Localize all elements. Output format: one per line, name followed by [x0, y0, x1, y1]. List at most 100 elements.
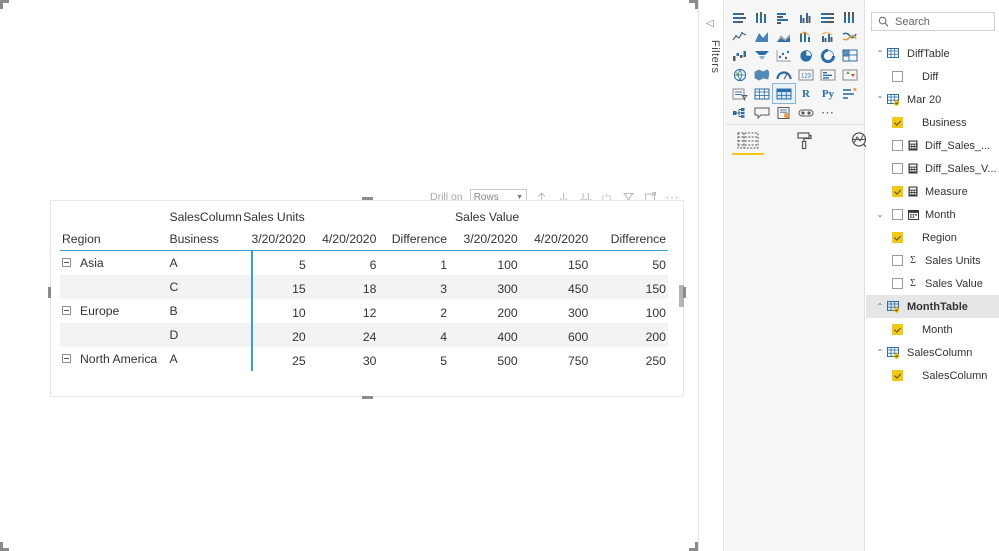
- field-row[interactable]: Region: [866, 226, 999, 249]
- report-canvas[interactable]: Drill on Rows ▼ ⋯ SalesColumn Sales Unit…: [0, 0, 698, 551]
- matrix-value-cell[interactable]: 500: [453, 350, 524, 367]
- sub-header-3[interactable]: 3/20/2020: [453, 233, 524, 250]
- sub-header-2[interactable]: Difference: [382, 233, 453, 250]
- sub-header-5[interactable]: Difference: [594, 233, 668, 250]
- matrix-value-cell[interactable]: 250: [594, 350, 668, 367]
- field-checkbox[interactable]: [892, 186, 903, 197]
- map-icon[interactable]: [729, 65, 751, 84]
- matrix-value-cell[interactable]: 30: [312, 350, 383, 367]
- matrix-value-cell[interactable]: 300: [453, 278, 524, 295]
- matrix-value-cell[interactable]: 300: [524, 302, 595, 319]
- matrix-table[interactable]: SalesColumn Sales Units Sales Value Regi…: [60, 206, 668, 371]
- matrix-value-cell[interactable]: 18: [312, 278, 383, 295]
- matrix-value-cell[interactable]: 750: [524, 350, 595, 367]
- sub-header-0[interactable]: 3/20/2020: [241, 233, 312, 250]
- fields-table-row[interactable]: ⌃ Mar 20: [866, 88, 999, 111]
- collapse-minus-icon[interactable]: [62, 306, 71, 316]
- table-row[interactable]: D 20 24 4 400 600 200: [60, 323, 668, 347]
- field-row[interactable]: Σ Sales Units: [866, 249, 999, 272]
- field-row[interactable]: ⌄ Month: [866, 203, 999, 226]
- clustered-column-chart-icon[interactable]: [795, 8, 817, 27]
- field-checkbox[interactable]: [892, 278, 903, 289]
- matrix-value-cell[interactable]: 200: [453, 302, 524, 319]
- matrix-value-cell[interactable]: 5: [382, 350, 453, 367]
- funnel-chart-icon[interactable]: [751, 46, 773, 65]
- filled-map-icon[interactable]: [751, 65, 773, 84]
- stacked-area-chart-icon[interactable]: [773, 27, 795, 46]
- paginated-report-icon[interactable]: [773, 103, 795, 122]
- gauge-icon[interactable]: [773, 65, 795, 84]
- matrix-icon[interactable]: [772, 83, 796, 104]
- format-tab[interactable]: [789, 128, 819, 152]
- sub-header-4[interactable]: 4/20/2020: [524, 233, 595, 250]
- table-row[interactable]: Asia A 5 6 1 100 150 50: [60, 251, 668, 275]
- resize-handle-top-left[interactable]: [0, 0, 9, 9]
- matrix-value-cell[interactable]: 4: [382, 326, 453, 343]
- resize-handle-bottom-right[interactable]: [0, 27, 698, 551]
- chevron-up-icon[interactable]: ⌃: [874, 348, 886, 357]
- field-checkbox[interactable]: [892, 255, 903, 266]
- treemap-icon[interactable]: [839, 46, 861, 65]
- field-checkbox[interactable]: [892, 71, 903, 82]
- waterfall-chart-icon[interactable]: [729, 46, 751, 65]
- resize-handle-top-center[interactable]: [362, 197, 373, 200]
- matrix-value-cell[interactable]: 400: [453, 326, 524, 343]
- area-chart-icon[interactable]: [751, 27, 773, 46]
- expand-pane-icon[interactable]: ◁: [706, 18, 714, 29]
- chevron-up-icon[interactable]: ⌃: [874, 302, 886, 311]
- resize-handle-bottom-center[interactable]: [362, 396, 373, 399]
- stacked-column-chart-icon[interactable]: [751, 8, 773, 27]
- fields-table-row[interactable]: ⌃ SalesColumn: [866, 341, 999, 364]
- key-influencers-icon[interactable]: [839, 84, 861, 103]
- matrix-value-cell[interactable]: 24: [312, 326, 383, 343]
- resize-handle-left-center[interactable]: [48, 287, 51, 298]
- matrix-value-cell[interactable]: 2: [382, 302, 453, 319]
- smart-narrative-icon[interactable]: [795, 103, 817, 122]
- chevron-up-icon[interactable]: ⌃: [874, 95, 886, 104]
- scatter-chart-icon[interactable]: [773, 46, 795, 65]
- matrix-row-header[interactable]: Europe: [60, 305, 169, 317]
- donut-chart-icon[interactable]: [817, 46, 839, 65]
- chevron-down-icon[interactable]: ⌄: [874, 210, 886, 219]
- slicer-icon[interactable]: [729, 84, 751, 103]
- matrix-value-cell[interactable]: 150: [524, 254, 595, 271]
- collapse-minus-icon[interactable]: [62, 258, 71, 268]
- line-clustered-column-chart-icon[interactable]: [817, 27, 839, 46]
- line-stacked-column-chart-icon[interactable]: [795, 27, 817, 46]
- field-row[interactable]: Diff: [866, 65, 999, 88]
- resize-handle-right-center[interactable]: [683, 287, 686, 298]
- qa-visual-icon[interactable]: [751, 103, 773, 122]
- stacked-bar-chart-icon[interactable]: [729, 8, 751, 27]
- field-row[interactable]: Measure: [866, 180, 999, 203]
- clustered-bar-chart-icon[interactable]: [773, 8, 795, 27]
- row-header-label[interactable]: Region: [60, 233, 169, 250]
- table-row[interactable]: North America A 25 30 5 500 750 250: [60, 347, 668, 371]
- multi-row-card-icon[interactable]: [817, 65, 839, 84]
- matrix-value-cell[interactable]: 100: [594, 302, 668, 319]
- sub-header-1[interactable]: 4/20/2020: [312, 233, 383, 250]
- pie-chart-icon[interactable]: [795, 46, 817, 65]
- visualizations-pane[interactable]: 123 R Py ⋯: [725, 0, 869, 551]
- kpi-icon[interactable]: [839, 65, 861, 84]
- fields-table-row[interactable]: ⌃ MonthTable: [866, 295, 999, 318]
- table-row[interactable]: Europe B 10 12 2 200 300 100: [60, 299, 668, 323]
- table-icon[interactable]: [751, 84, 773, 103]
- py-visual-icon[interactable]: Py: [817, 84, 839, 103]
- line-chart-icon[interactable]: [729, 27, 751, 46]
- field-row[interactable]: Month: [866, 318, 999, 341]
- card-icon[interactable]: 123: [795, 65, 817, 84]
- fields-table-row[interactable]: ⌃ DiffTable: [866, 42, 999, 65]
- matrix-value-cell[interactable]: 150: [594, 278, 668, 295]
- 100-stacked-bar-chart-icon[interactable]: [817, 8, 839, 27]
- field-row[interactable]: SalesColumn: [866, 364, 999, 387]
- matrix-value-cell[interactable]: 6: [312, 254, 383, 271]
- matrix-value-cell[interactable]: 3: [382, 278, 453, 295]
- matrix-row-header[interactable]: North America: [60, 353, 169, 365]
- more-visuals-icon[interactable]: ⋯: [817, 103, 839, 122]
- field-checkbox[interactable]: [892, 140, 903, 151]
- resize-handle-top-right[interactable]: [0, 0, 698, 18]
- chevron-up-icon[interactable]: ⌃: [874, 49, 886, 58]
- fields-pane[interactable]: Search ⌃ DiffTable Diff ⌃ Mar 20 Business Diff…: [866, 0, 999, 551]
- matrix-row-header[interactable]: Asia: [60, 257, 169, 269]
- resize-handle-bottom-left[interactable]: [0, 18, 9, 551]
